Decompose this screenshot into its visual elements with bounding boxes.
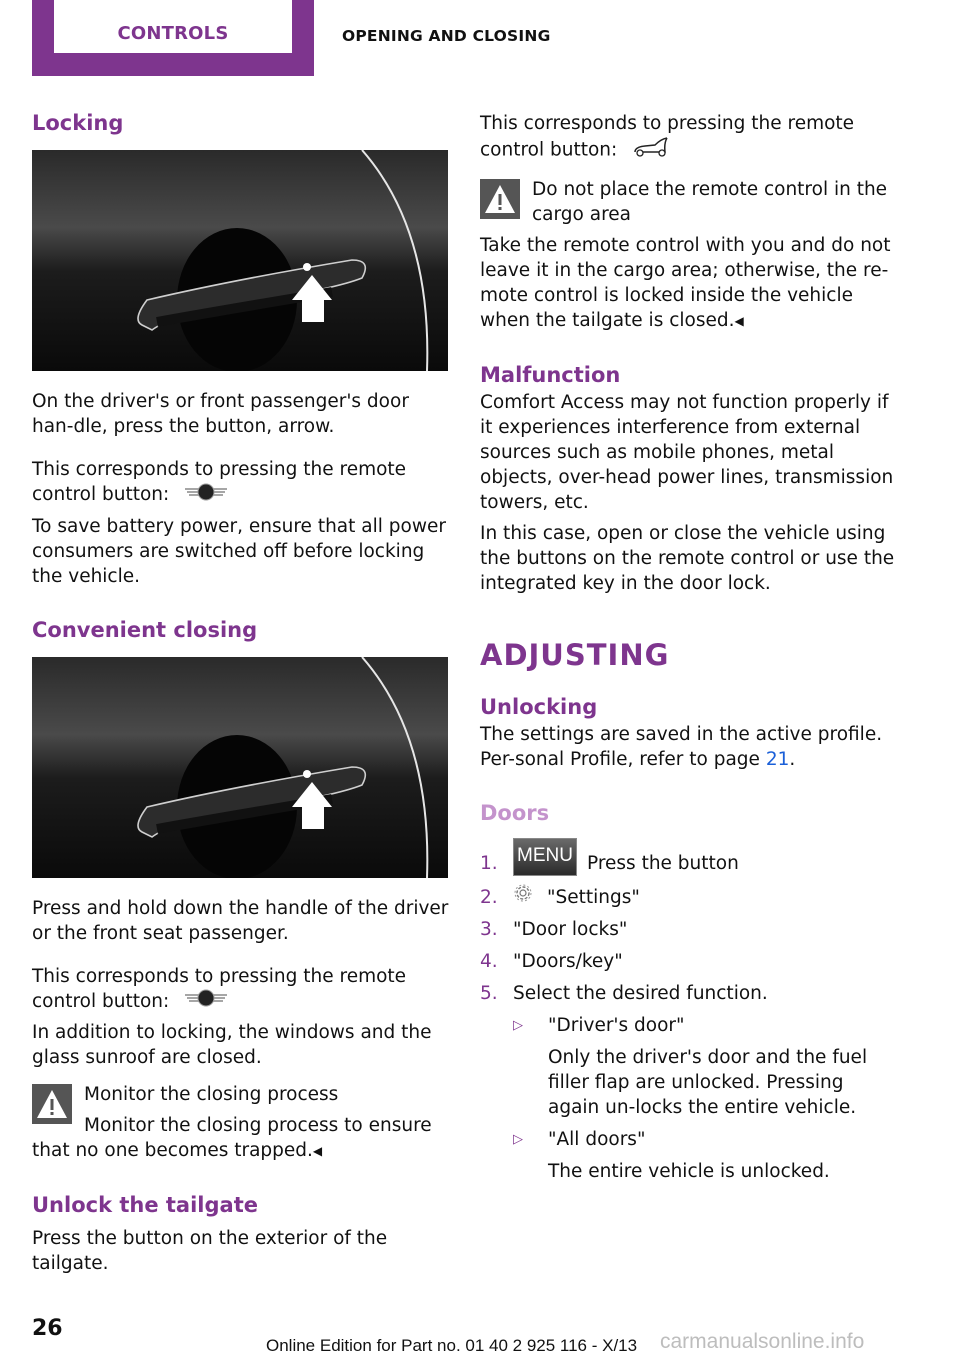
edition-info: Online Edition for Part no. 01 40 2 925 … xyxy=(266,1336,638,1355)
step-number: 4. xyxy=(480,951,498,972)
left-column: Locking On the driver's or front passeng… xyxy=(32,108,450,1276)
door-handle-image xyxy=(32,150,448,371)
warning-monitor-closing: Monitor the closing process Monitor the … xyxy=(32,1082,450,1164)
heading-unlock-tailgate: Unlock the tailgate xyxy=(32,1193,258,1217)
triangle-bullet-icon: ▷ xyxy=(513,1018,523,1033)
step-number: 5. xyxy=(480,983,498,1004)
step-text: Press the button xyxy=(587,853,739,874)
triangle-bullet-icon: ▷ xyxy=(513,1132,523,1147)
menu-button-icon: MENU xyxy=(513,838,577,876)
door-handle-illustration-2 xyxy=(137,656,429,878)
option-content: "Driver's door" Only the driver's door a… xyxy=(548,1013,898,1120)
tailgate-icon xyxy=(631,136,671,165)
step-text: "Settings" xyxy=(547,887,640,908)
warning-body: Take the remote control with you and do … xyxy=(480,233,898,334)
warning-body: Monitor the closing process to ensure th… xyxy=(32,1113,450,1164)
tailgate-p2: This corresponds to pressing the remote … xyxy=(480,111,898,165)
tailgate-p1: Press the button on the exterior of the … xyxy=(32,1228,388,1274)
heading-convenient-closing: Convenient closing xyxy=(32,617,258,642)
step-text: "Door locks" xyxy=(513,919,628,940)
option-label: "All doors" xyxy=(548,1129,646,1150)
step-text: "Doors/key" xyxy=(513,951,623,972)
warning-triangle-icon xyxy=(32,1084,72,1124)
closing-p1: Press and hold down the handle of the dr… xyxy=(32,897,449,944)
section-title: OPENING AND CLOSING xyxy=(342,27,551,45)
unlocking-text: The settings are saved in the active pro… xyxy=(480,724,883,770)
chapter-tab-inner: CONTROLS xyxy=(54,0,292,53)
warning-title: Monitor the closing process xyxy=(84,1084,339,1105)
heading-doors: Doors xyxy=(480,801,550,825)
step-item: 3. "Door locks" xyxy=(480,917,898,942)
mini-logo-icon xyxy=(183,483,229,508)
warning-cargo-area: Do not place the remote control in the c… xyxy=(480,177,898,334)
warning-triangle-icon xyxy=(480,179,520,219)
step-item: 2. "Settings" xyxy=(480,883,898,910)
step-item: 1. MENU Press the button xyxy=(480,838,898,876)
right-column: This corresponds to pressing the remote … xyxy=(480,111,898,1184)
option-content: "All doors" The entire vehicle is unlock… xyxy=(548,1127,830,1184)
watermark: carmanualsonline.info xyxy=(660,1330,865,1353)
locking-p3: To save battery power, ensure that all p… xyxy=(32,515,446,587)
option-item: ▷ "Driver's door" Only the driver's door… xyxy=(513,1013,898,1120)
warning-body-text: Take the remote control with you and do … xyxy=(480,235,891,331)
door-handle-illustration xyxy=(137,150,429,371)
heading-adjusting: ADJUSTING xyxy=(480,638,670,672)
options-list: ▷ "Driver's door" Only the driver's door… xyxy=(513,1013,898,1184)
option-label: "Driver's door" xyxy=(548,1015,685,1036)
step-item: 5. Select the desired function. xyxy=(480,981,898,1006)
warning-body-text: Monitor the closing process to ensure th… xyxy=(32,1115,432,1161)
option-desc: Only the driver's door and the fuel fill… xyxy=(548,1047,868,1118)
chapter-tab: CONTROLS xyxy=(32,0,314,76)
settings-gear-icon xyxy=(513,883,535,910)
unlocking-p1: The settings are saved in the active pro… xyxy=(480,722,898,772)
end-mark-icon: ◀ xyxy=(734,314,744,328)
closing-p3: In addition to locking, the windows and … xyxy=(32,1022,432,1068)
chapter-tab-label: CONTROLS xyxy=(117,23,229,44)
heading-locking: Locking xyxy=(32,111,124,135)
warning-title: Do not place the remote control in the c… xyxy=(532,179,888,225)
locking-p2: This corresponds to pressing the remote … xyxy=(32,457,450,508)
step-item: 4. "Doors/key" xyxy=(480,949,898,974)
unlocking-text-end: . xyxy=(789,749,796,770)
steps-list: 1. MENU Press the button 2. "Settings" 3… xyxy=(480,838,898,1006)
option-item: ▷ "All doors" The entire vehicle is unlo… xyxy=(513,1127,898,1184)
malfunction-p1: Comfort Access may not function properly… xyxy=(480,392,894,513)
closing-p2: This corresponds to pressing the remote … xyxy=(32,964,450,1015)
heading-malfunction: Malfunction xyxy=(480,363,621,387)
page-link[interactable]: 21 xyxy=(766,749,790,770)
option-desc: The entire vehicle is unlocked. xyxy=(548,1161,830,1182)
locking-p1: On the driver's or front passenger's doo… xyxy=(32,391,409,437)
step-number: 3. xyxy=(480,919,498,940)
step-number: 1. xyxy=(480,853,498,874)
mini-logo-icon xyxy=(183,989,229,1014)
door-handle-image-2 xyxy=(32,656,448,878)
heading-unlocking: Unlocking xyxy=(480,695,598,719)
end-mark-icon: ◀ xyxy=(312,1144,323,1158)
page-number: 26 xyxy=(32,1316,63,1341)
malfunction-p2: In this case, open or close the vehicle … xyxy=(480,523,895,594)
step-number: 2. xyxy=(480,887,498,908)
step-text: Select the desired function. xyxy=(513,983,768,1004)
